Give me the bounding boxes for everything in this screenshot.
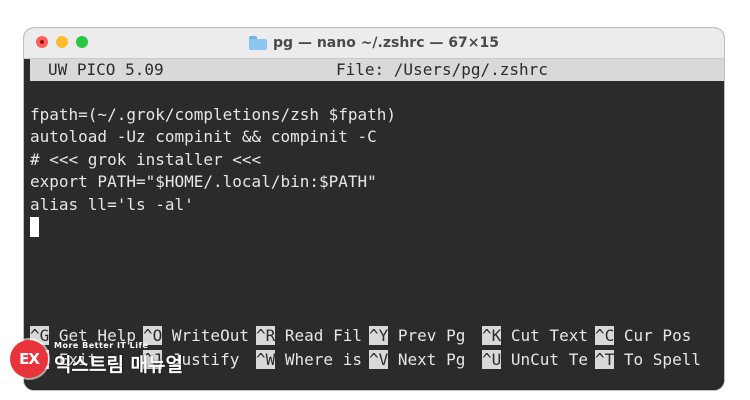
editor-version: UW PICO 5.09 xyxy=(48,60,164,79)
shortcut-prev-page[interactable]: ^Y Prev Pg xyxy=(369,324,482,348)
text-line[interactable]: fpath=(~/.grok/completions/zsh $fpath) xyxy=(30,104,724,127)
shortcut-next-page[interactable]: ^V Next Pg xyxy=(369,348,482,372)
editor-file-label: File: /Users/pg/.zshrc xyxy=(336,60,548,79)
shortcut-where-is[interactable]: ^W Where is xyxy=(256,348,369,372)
text-line[interactable]: # <<< grok installer <<< xyxy=(30,149,724,172)
editor-header: UW PICO 5.09 File: /Users/pg/.zshrc xyxy=(30,59,724,81)
watermark-text: More Better IT Life 익스트림 매뉴얼 xyxy=(54,341,183,377)
title-bar[interactable]: pg — nano ~/.zshrc — 67×15 xyxy=(24,28,724,59)
watermark-logo: EX xyxy=(10,340,48,378)
watermark-name: 익스트림 매뉴얼 xyxy=(54,354,183,376)
shortcut-uncut-text[interactable]: ^U UnCut Te xyxy=(482,348,595,372)
text-line[interactable]: export PATH="$HOME/.local/bin:$PATH" xyxy=(30,171,724,194)
shortcut-cur-pos[interactable]: ^C Cur Pos xyxy=(595,324,708,348)
watermark-tagline: More Better IT Life xyxy=(54,341,149,350)
window-title-area: pg — nano ~/.zshrc — 67×15 xyxy=(24,28,724,58)
text-cursor xyxy=(30,216,39,237)
shortcut-to-spell[interactable]: ^T To Spell xyxy=(595,348,708,372)
text-line[interactable]: autoload -Uz compinit && compinit -C xyxy=(30,126,724,149)
shortcut-read-file[interactable]: ^R Read Fil xyxy=(256,324,369,348)
window-title: pg — nano ~/.zshrc — 67×15 xyxy=(273,35,499,51)
text-line[interactable] xyxy=(30,81,724,104)
cursor-line[interactable] xyxy=(30,216,724,240)
watermark: EX More Better IT Life 익스트림 매뉴얼 xyxy=(10,340,183,378)
terminal-window: pg — nano ~/.zshrc — 67×15 UW PICO 5.09 … xyxy=(24,28,724,390)
text-line[interactable]: alias ll='ls -al' xyxy=(30,194,724,217)
folder-icon xyxy=(249,36,268,50)
shortcut-cut-text[interactable]: ^K Cut Text xyxy=(482,324,595,348)
